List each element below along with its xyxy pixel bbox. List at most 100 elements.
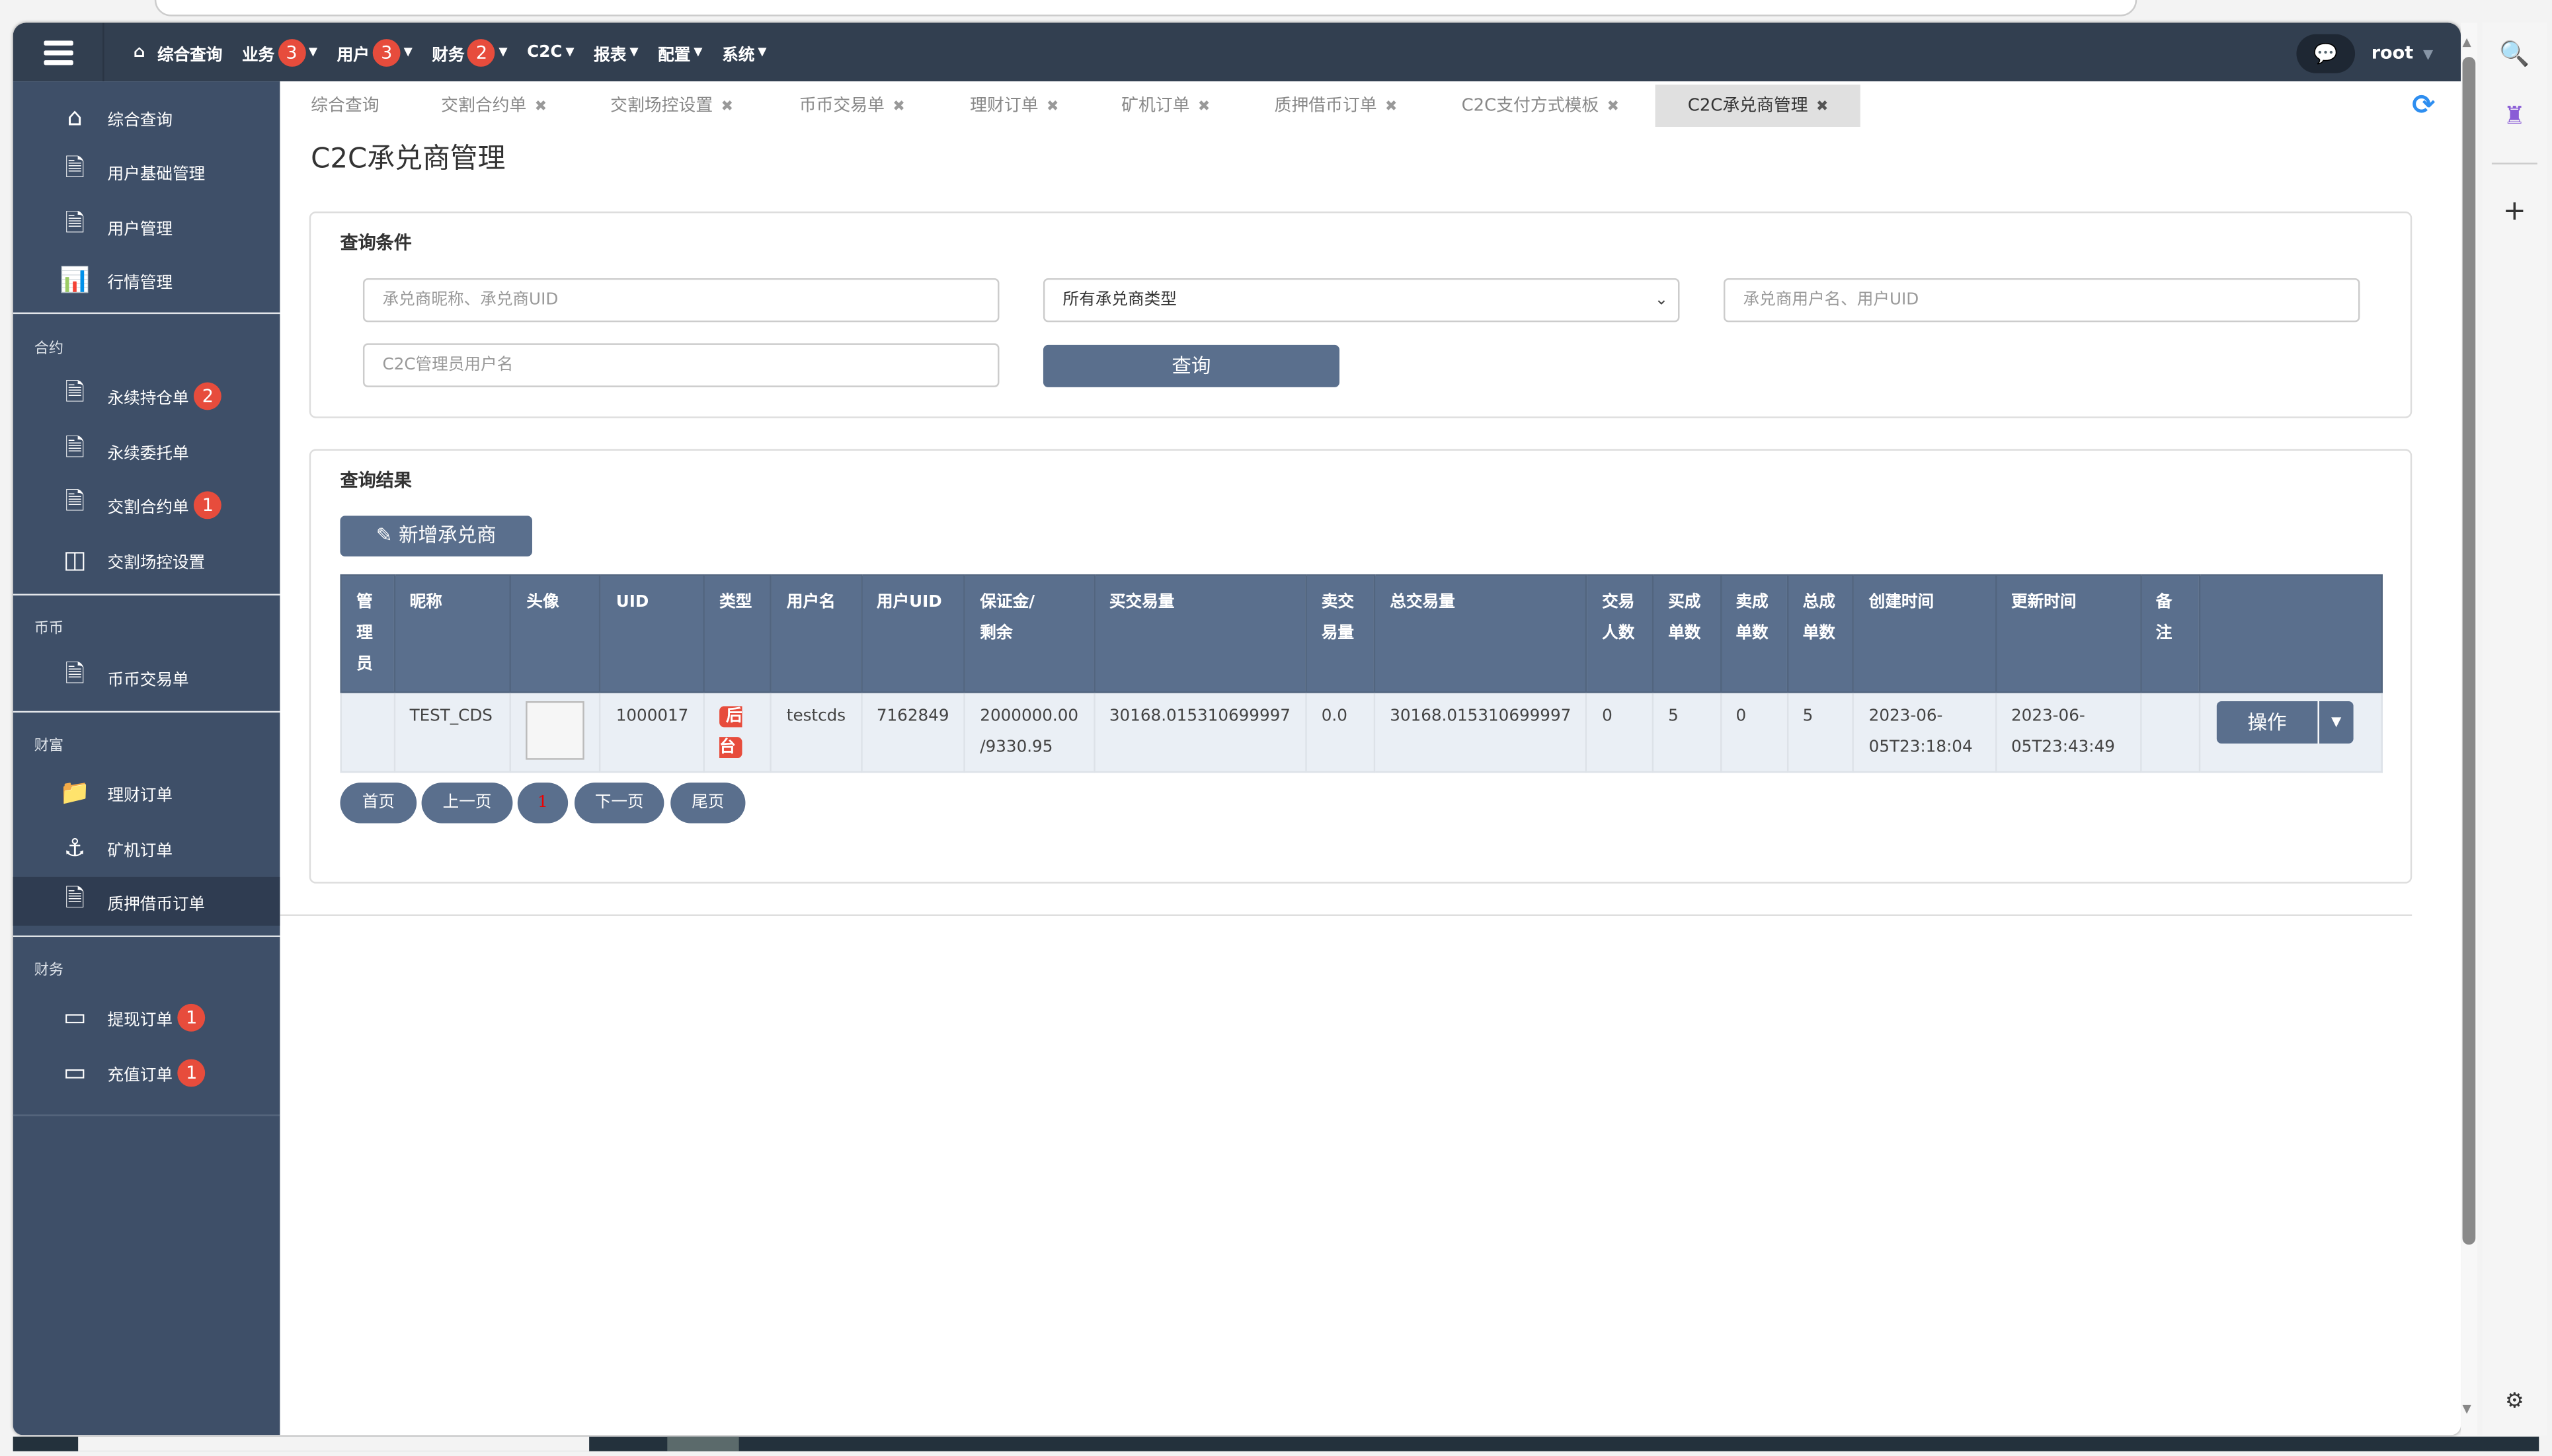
- sidebar-item-miner-orders[interactable]: ⚓ 矿机订单: [13, 824, 280, 872]
- plus-icon[interactable]: +: [2482, 195, 2547, 227]
- chess-icon[interactable]: ♜: [2482, 101, 2547, 130]
- cell-uid: 1000017: [600, 691, 705, 773]
- divider: [13, 935, 280, 937]
- nav-finance[interactable]: 财务 2 ▼: [432, 38, 508, 66]
- taskbar-item[interactable]: [667, 1436, 739, 1451]
- close-icon[interactable]: ✖: [535, 99, 547, 116]
- scrollbar-thumb[interactable]: [2462, 57, 2476, 1245]
- query-panel-title: 查询条件: [340, 233, 412, 254]
- scroll-down-icon[interactable]: ▼: [2463, 1402, 2471, 1416]
- sidebar-item-perpetual-positions[interactable]: 🗎 永续持仓单 2: [13, 371, 280, 420]
- sidebar-item-market[interactable]: 📊 行情管理: [13, 255, 280, 304]
- close-icon[interactable]: ✖: [1385, 99, 1398, 116]
- close-icon[interactable]: ✖: [1607, 99, 1620, 116]
- c2c-admin-input[interactable]: C2C管理员用户名: [362, 343, 1000, 387]
- sidebar-item-perpetual-orders[interactable]: 🗎 永续委托单: [13, 426, 280, 475]
- credit-card-icon: ▭: [63, 1002, 87, 1032]
- column-header-text: 用户UID: [876, 594, 942, 612]
- tab-delivery-control[interactable]: 交割场控设置 ✖: [610, 85, 733, 127]
- page-current-button[interactable]: 1: [517, 783, 569, 824]
- column-header-text: 买交易量: [1109, 594, 1175, 612]
- sidebar-toggle-button[interactable]: [13, 22, 104, 82]
- sidebar-item-withdraw[interactable]: ▭ 提现订单 1: [13, 993, 280, 1042]
- column-header-text: 创建时间: [1868, 594, 1934, 612]
- type-badge: 后台: [719, 706, 742, 759]
- taskbar: [13, 1436, 2539, 1451]
- caret-down-icon: ▼: [2423, 47, 2434, 62]
- tab-miner-orders[interactable]: 矿机订单 ✖: [1121, 85, 1210, 127]
- close-icon[interactable]: ✖: [1198, 99, 1211, 116]
- acceptor-nickname-input[interactable]: 承兑商昵称、承兑商UID: [362, 278, 1000, 323]
- sidebar-item-user-basic[interactable]: 🗎 用户基础管理: [13, 147, 280, 196]
- home-icon: ⌂: [133, 43, 145, 61]
- acceptor-username-input[interactable]: 承兑商用户名、用户UID: [1723, 278, 2360, 323]
- tab-delivery-contracts[interactable]: 交割合约单 ✖: [441, 85, 547, 127]
- nav-config[interactable]: 配置 ▼: [658, 40, 702, 64]
- column-header: 昵称: [393, 574, 512, 693]
- close-icon[interactable]: ✖: [893, 99, 905, 116]
- tab-pledge-loan[interactable]: 质押借币订单 ✖: [1275, 85, 1398, 127]
- table-row: TEST_CDS 1000017 后台 testcds 7162849 2000…: [340, 691, 2383, 773]
- tab-c2c-acceptor[interactable]: C2C承兑商管理 ✖: [1655, 85, 1861, 128]
- page-prev-button[interactable]: 上一页: [421, 783, 513, 824]
- folder-icon: 📁: [60, 777, 91, 808]
- column-header: UID: [600, 574, 705, 693]
- page-last-button[interactable]: 尾页: [670, 783, 746, 824]
- column-header: 备注: [2139, 574, 2201, 693]
- nav-user[interactable]: 用户 3 ▼: [337, 38, 413, 66]
- sidebar-item-spot-orders[interactable]: 🗎 币币交易单: [13, 652, 280, 701]
- tab-c2c-payment-template[interactable]: C2C支付方式模板 ✖: [1462, 85, 1620, 127]
- sidebar-item-pledge-loan[interactable]: 🗎 质押借币订单: [13, 876, 280, 926]
- caret-down-icon: ▼: [308, 45, 318, 59]
- column-header: [2198, 574, 2383, 693]
- acceptor-type-select[interactable]: 所有承兑商类型 ⌄: [1043, 278, 1680, 323]
- refresh-icon[interactable]: ⟳: [2412, 89, 2435, 122]
- sidebar-item-recharge[interactable]: ▭ 充值订单 1: [13, 1048, 280, 1096]
- nav-c2c[interactable]: C2C ▼: [527, 43, 574, 61]
- query-button[interactable]: 查询: [1043, 344, 1339, 387]
- vertical-scrollbar[interactable]: ▲ ▼: [2461, 22, 2477, 1436]
- gear-icon[interactable]: ⚙: [2482, 1389, 2547, 1414]
- close-icon[interactable]: ✖: [1816, 99, 1829, 116]
- badge: 3: [278, 38, 305, 66]
- nav-business[interactable]: 业务 3 ▼: [242, 38, 317, 66]
- document-icon: 🗎: [65, 658, 85, 688]
- page-next-button[interactable]: 下一页: [574, 783, 664, 824]
- section-label: 财富: [34, 738, 64, 755]
- chat-button[interactable]: 💬: [2296, 34, 2356, 73]
- table-header-row: 管理员昵称 头像 UID 类型 用户名 用户UID 保证金/剩余 买交易量 卖交易量 总交易量 交易…: [340, 574, 2383, 693]
- nav-system[interactable]: 系统 ▼: [722, 40, 766, 64]
- scroll-up-icon[interactable]: ▲: [2463, 36, 2471, 49]
- home-icon: ⌂: [67, 102, 83, 132]
- tab-overview[interactable]: 综合查询: [311, 85, 379, 127]
- sidebar-item-overview[interactable]: ⌂ 综合查询: [13, 93, 280, 141]
- page-title: C2C承兑商管理: [311, 143, 506, 176]
- column-header: 保证金/剩余: [963, 574, 1095, 693]
- sidebar-item-finance-orders[interactable]: 📁 理财订单: [13, 768, 280, 817]
- tab-spot-orders[interactable]: 币币交易单 ✖: [799, 85, 905, 127]
- cell-deposit: 2000000.00/9330.95: [963, 691, 1095, 773]
- divider: [13, 1114, 280, 1116]
- cell-buy-orders: 5: [1652, 691, 1722, 773]
- cell-sell-orders: 0: [1719, 691, 1788, 773]
- column-header: 总成单数: [1786, 574, 1854, 693]
- browser-address-bar[interactable]: [154, 0, 2137, 17]
- sidebar-item-users[interactable]: 🗎 用户管理: [13, 202, 280, 250]
- add-acceptor-button[interactable]: ✎ 新增承兑商: [340, 516, 532, 556]
- nav-home[interactable]: ⌂ 综合查询: [134, 40, 223, 64]
- tab-finance-orders[interactable]: 理财订单 ✖: [970, 85, 1058, 127]
- close-icon[interactable]: ✖: [721, 99, 734, 116]
- taskbar-item[interactable]: [78, 1436, 590, 1451]
- column-header: 交易人数: [1585, 574, 1654, 693]
- column-header: 类型: [703, 574, 772, 693]
- nav-reports[interactable]: 报表 ▼: [594, 40, 638, 64]
- sidebar-item-delivery-contracts[interactable]: 🗎 交割合约单 1: [13, 480, 280, 529]
- close-icon[interactable]: ✖: [1047, 99, 1059, 116]
- user-menu[interactable]: root ▼: [2372, 22, 2433, 81]
- sidebar-item-delivery-control[interactable]: ◫ 交割场控设置: [13, 535, 280, 584]
- page-first-button[interactable]: 首页: [340, 783, 417, 824]
- search-icon[interactable]: 🔍: [2482, 39, 2547, 68]
- action-button[interactable]: 操作: [2216, 701, 2318, 744]
- top-menu: ⌂ 综合查询 业务 3 ▼ 用户 3 ▼ 财务 2 ▼ C2C ▼ 报表 ▼ 配置 ▼ 系统 ▼: [134, 22, 767, 81]
- action-dropdown-toggle[interactable]: ▼: [2317, 701, 2354, 744]
